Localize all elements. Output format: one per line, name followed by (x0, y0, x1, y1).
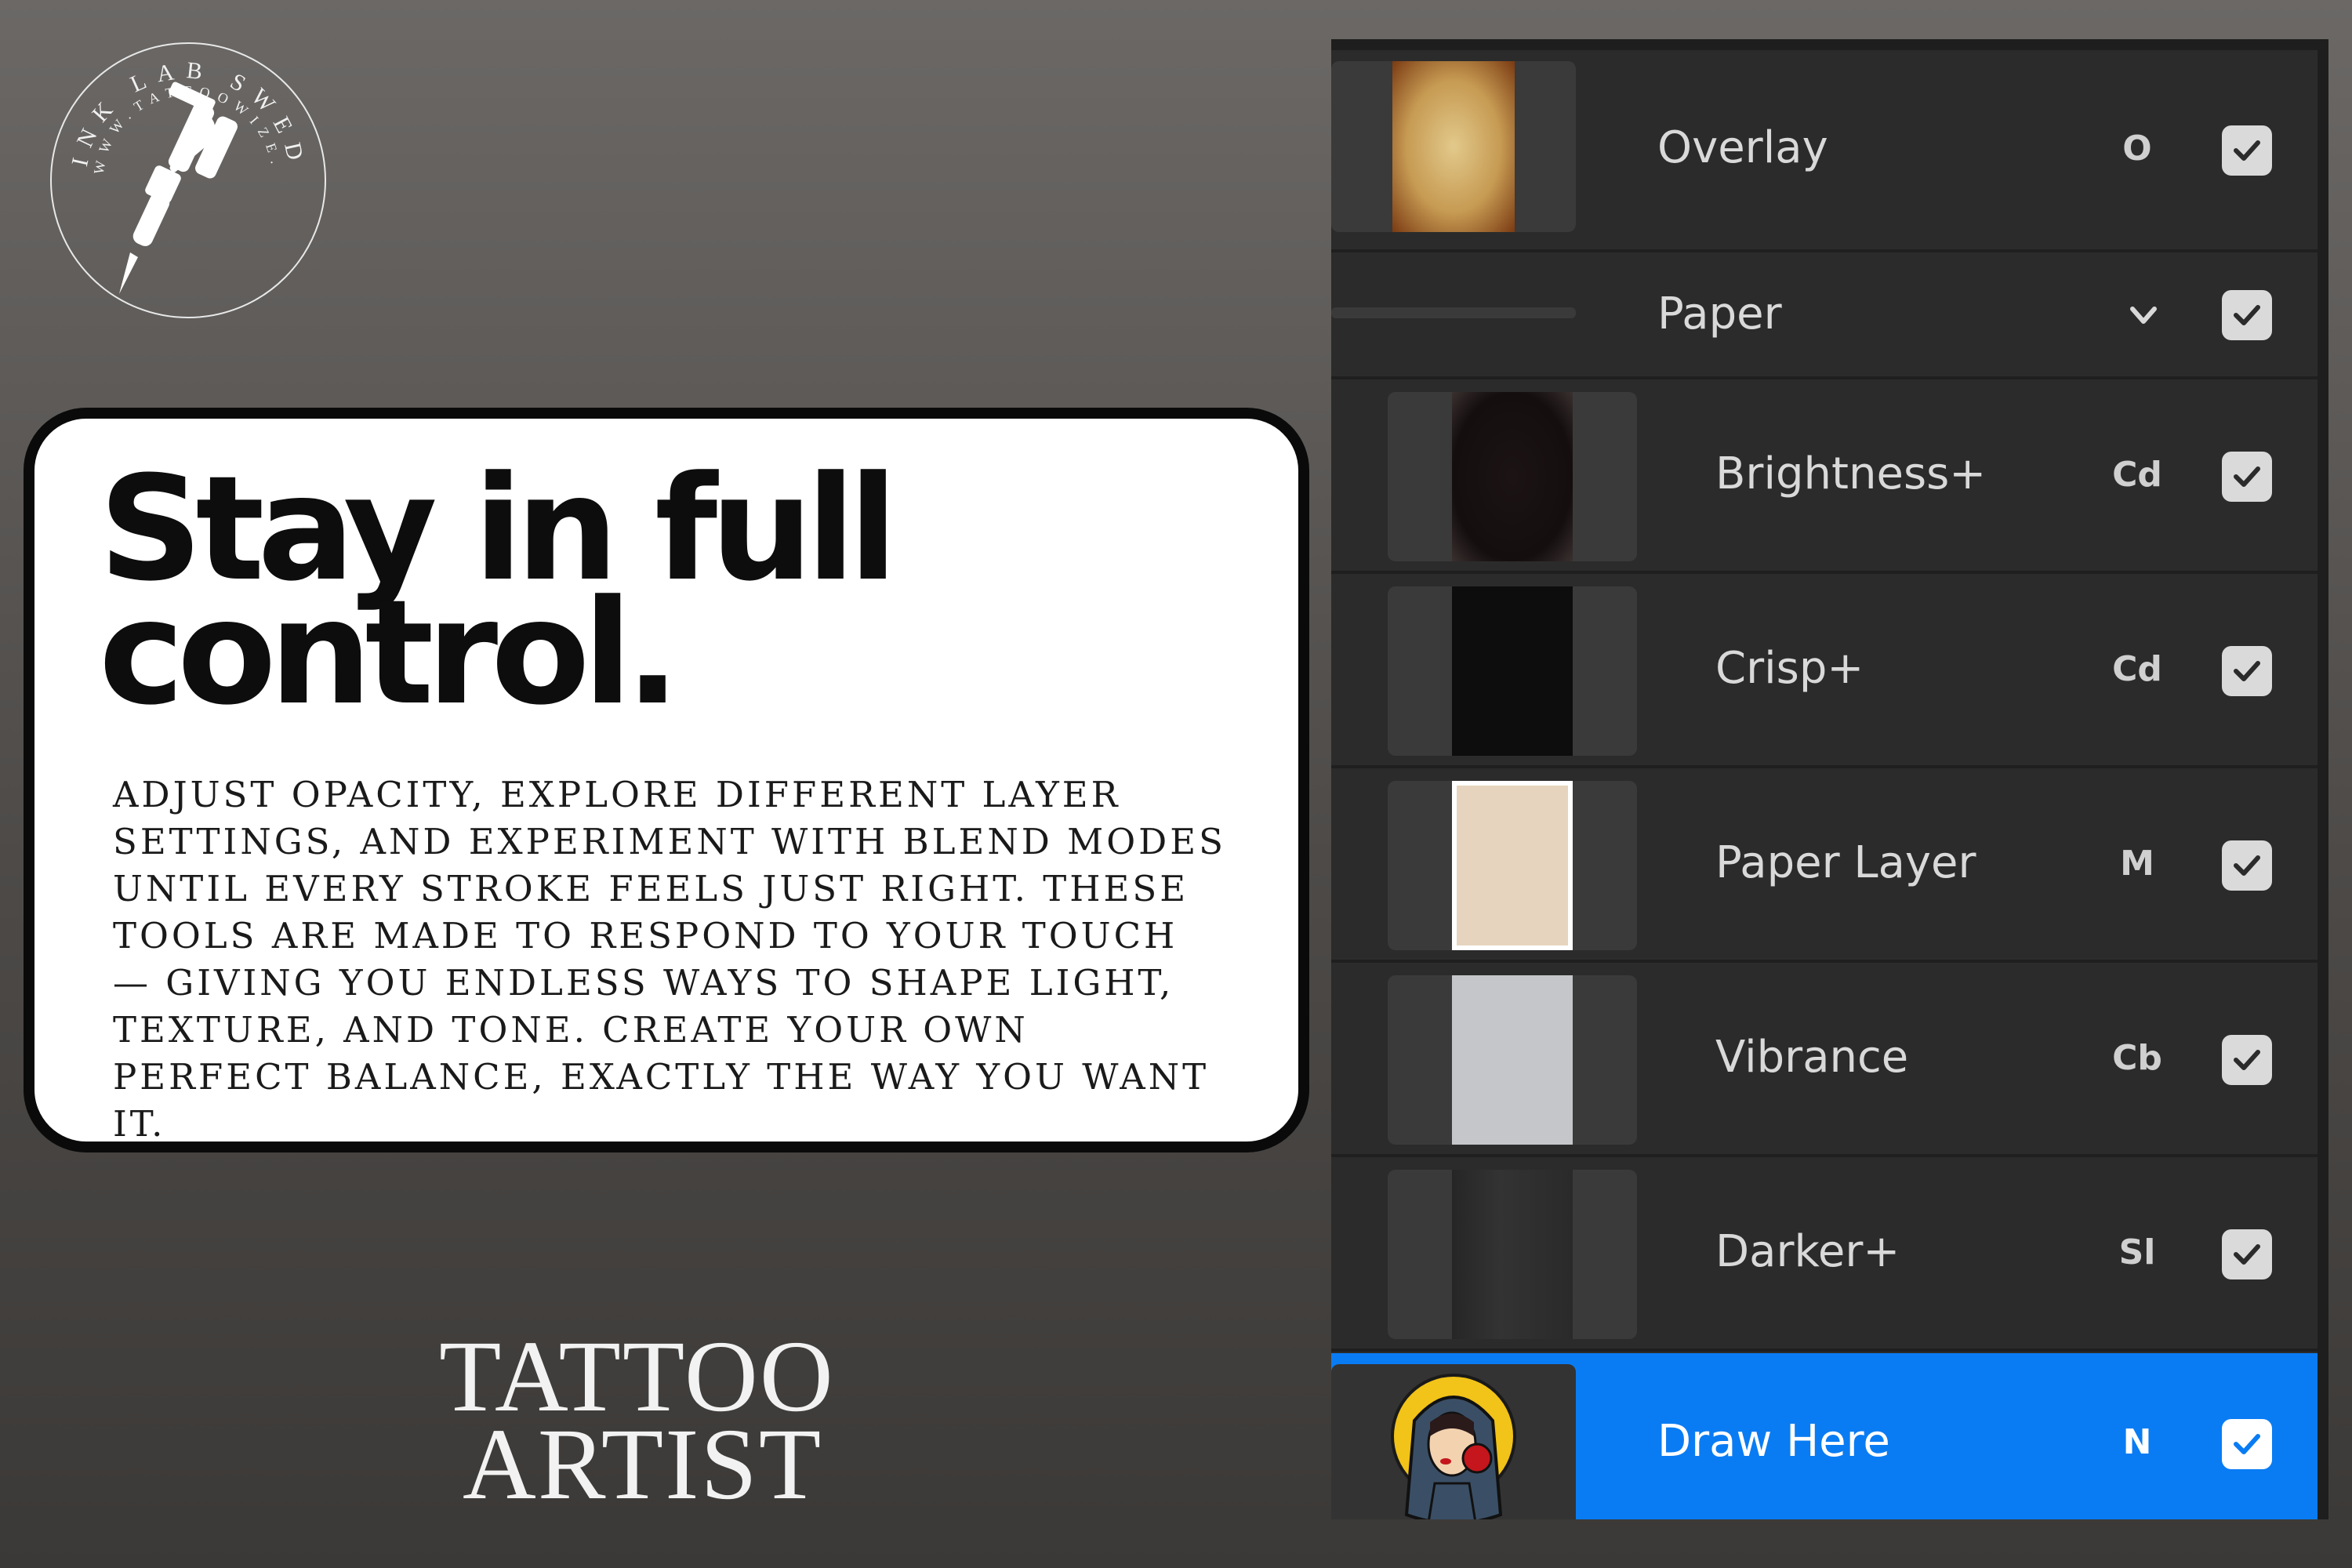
blend-mode-label[interactable]: M (2106, 844, 2169, 884)
blend-mode-label[interactable]: N (2106, 1422, 2169, 1462)
layer-row-overlay[interactable]: Overlay O (1331, 50, 2318, 252)
visibility-checkbox[interactable] (2222, 840, 2272, 891)
checkmark-icon (2234, 661, 2260, 681)
visibility-checkbox[interactable] (2222, 1229, 2272, 1279)
checkmark-icon (2234, 1050, 2260, 1070)
checkmark-icon (2234, 140, 2260, 161)
layer-name: Draw Here (1657, 1416, 1890, 1467)
layer-row-paper-layer[interactable]: Paper Layer M (1331, 768, 2318, 963)
grey-paper-thumbnail (1452, 975, 1573, 1145)
layer-name: Overlay (1657, 122, 1828, 173)
info-card: Stay in full control. Adjust opacity, exp… (24, 408, 1309, 1152)
ink-lab-logo: INK LAB SWEDEN WWW.TATTOOWIZE.COM (31, 16, 326, 318)
layer-thumbnail[interactable] (1331, 61, 1576, 232)
blend-mode-label[interactable]: Sl (2106, 1232, 2169, 1272)
chevron-down-icon[interactable] (2122, 301, 2165, 332)
visibility-checkbox[interactable] (2222, 452, 2272, 502)
layer-thumbnail[interactable] (1388, 586, 1637, 756)
layer-thumbnail[interactable] (1331, 1364, 1576, 1519)
layer-row-darker[interactable]: Darker+ Sl (1331, 1157, 2318, 1352)
checkmark-icon (2234, 855, 2260, 876)
body-text: Adjust opacity, explore different layer … (113, 774, 1226, 1145)
visibility-checkbox[interactable] (2222, 1035, 2272, 1085)
layer-row-crisp[interactable]: Crisp+ Cd (1331, 574, 2318, 768)
visibility-checkbox[interactable] (2222, 1419, 2272, 1469)
grunge-texture-thumbnail (1452, 1170, 1573, 1339)
blend-mode-label[interactable]: Cd (2106, 455, 2169, 495)
headline-line-2: control. (99, 569, 681, 737)
layer-group-paper[interactable]: Paper (1331, 252, 2318, 379)
checkmark-icon (2234, 305, 2260, 325)
layer-name: Brightness+ (1715, 448, 1987, 499)
layer-name: Darker+ (1715, 1226, 1900, 1277)
layer-row-vibrance[interactable]: Vibrance Cb (1331, 963, 2318, 1157)
headline: Stay in full control. (99, 457, 1118, 725)
layer-thumbnail[interactable] (1388, 392, 1637, 561)
layer-row-brightness[interactable]: Brightness+ Cd (1331, 379, 2318, 574)
tattoo-artist-wordmark: TATTOO ARTIST (439, 1326, 894, 1521)
black-texture-thumbnail (1452, 586, 1573, 756)
layer-row-draw-here[interactable]: Draw Here N (1331, 1353, 2318, 1519)
layer-thumbnail[interactable] (1388, 781, 1637, 950)
layer-group-name: Paper (1657, 289, 1782, 339)
blend-mode-label[interactable]: Cd (2106, 649, 2169, 689)
blend-mode-label[interactable]: Cb (2106, 1038, 2169, 1078)
layer-name: Paper Layer (1715, 837, 1976, 888)
blend-mode-label[interactable]: O (2106, 129, 2169, 169)
visibility-checkbox[interactable] (2222, 646, 2272, 696)
checkmark-icon (2234, 466, 2260, 487)
wordmark-line-2: ARTIST (463, 1408, 823, 1521)
visibility-checkbox[interactable] (2222, 125, 2272, 176)
visibility-checkbox[interactable] (2222, 290, 2272, 340)
layer-thumbnail[interactable] (1388, 1170, 1637, 1339)
layer-name: Crisp+ (1715, 643, 1864, 694)
checkmark-icon (2234, 1244, 2260, 1265)
dark-texture-thumbnail (1452, 392, 1573, 561)
tattoo-lady-illustration (1391, 1374, 1516, 1519)
layer-thumbnail[interactable] (1388, 975, 1637, 1145)
aged-paper-thumbnail (1392, 61, 1515, 232)
layers-panel: Overlay O Paper Brightness+ Cd Crisp+ Cd (1331, 39, 2328, 1519)
beige-paper-thumbnail (1452, 781, 1573, 950)
checkmark-icon (2234, 1434, 2260, 1454)
layer-name: Vibrance (1715, 1032, 1909, 1083)
group-indicator (1331, 307, 1576, 318)
